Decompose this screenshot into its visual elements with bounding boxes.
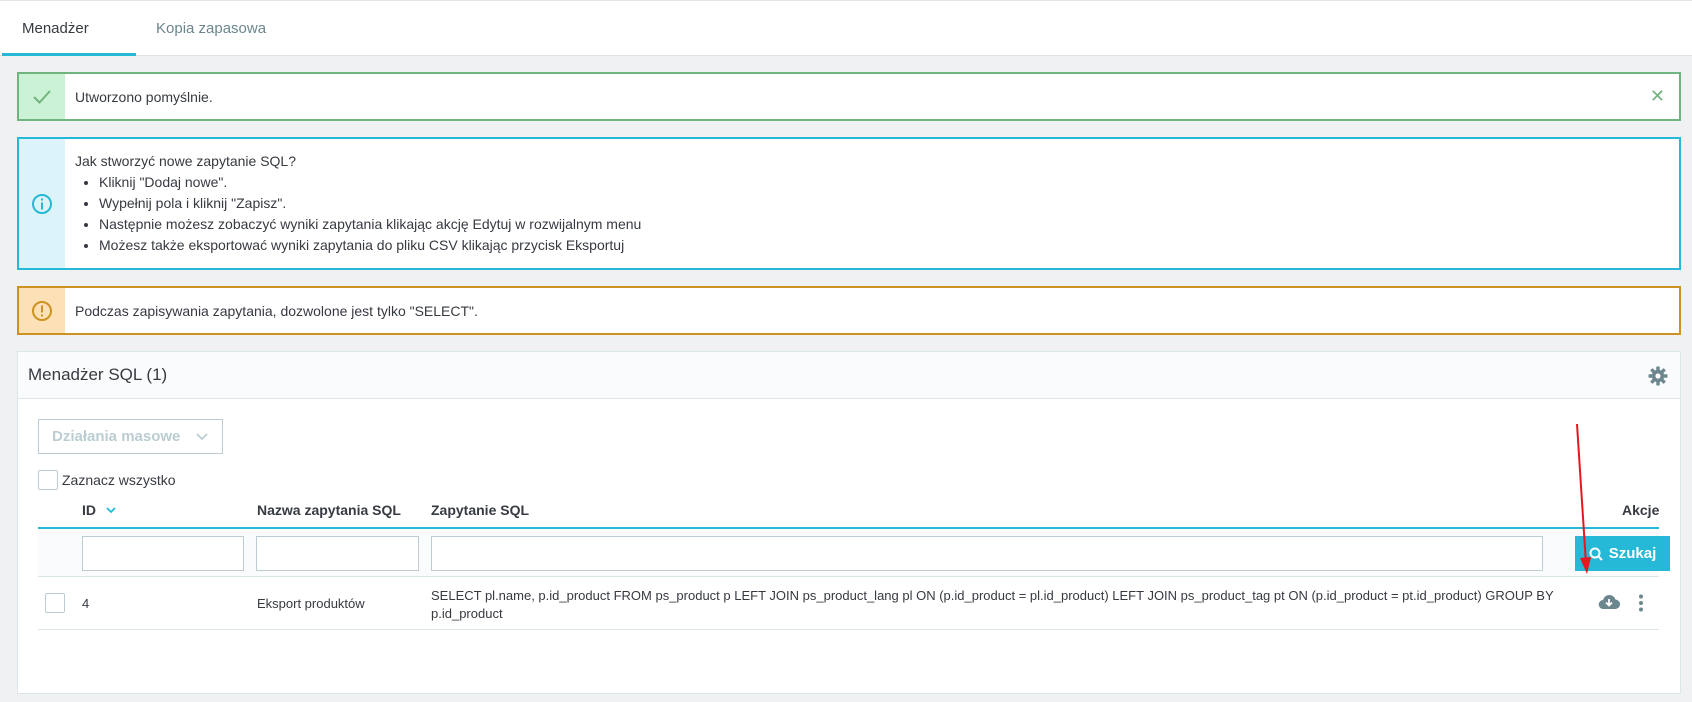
column-actions: Akcje	[1622, 502, 1660, 518]
sql-manager-panel: Menadżer SQL (1) Działania masowe Zaznac…	[17, 351, 1681, 694]
select-all-checkbox[interactable]	[38, 470, 58, 490]
info-item: Następnie możesz zobaczyć wyniki zapytan…	[99, 214, 641, 235]
filter-name-input[interactable]	[256, 536, 419, 571]
sort-desc-icon[interactable]	[106, 507, 116, 513]
info-icon	[19, 139, 65, 268]
panel-header: Menadżer SQL (1)	[18, 352, 1680, 399]
gear-icon[interactable]	[1648, 366, 1668, 386]
filter-row: Szukaj	[38, 529, 1670, 577]
chevron-down-icon	[196, 432, 208, 441]
annotation-arrow	[1576, 423, 1591, 574]
info-title: Jak stworzyć nowe zapytanie SQL?	[75, 153, 296, 169]
filter-id-input[interactable]	[82, 536, 244, 571]
info-content: Jak stworzyć nowe zapytanie SQL? Kliknij…	[65, 151, 641, 256]
info-item: Kliknij "Dodaj nowe".	[99, 172, 641, 193]
bulk-actions-dropdown[interactable]: Działania masowe	[38, 419, 223, 454]
table-header: ID Nazwa zapytania SQL Zapytanie SQL Akc…	[38, 492, 1659, 529]
tab-bar: Menadżer SQL Kopia zapasowa DB	[0, 0, 1692, 92]
table-row: 4 Eksport produktów SELECT pl.name, p.id…	[38, 578, 1659, 630]
warning-icon	[19, 288, 65, 333]
row-checkbox[interactable]	[45, 593, 65, 613]
filter-query-input[interactable]	[431, 536, 1543, 571]
row-query: SELECT pl.name, p.id_product FROM ps_pro…	[431, 588, 1554, 621]
column-id[interactable]: ID	[82, 502, 96, 518]
select-all-label: Zaznacz wszystko	[62, 472, 176, 488]
close-icon[interactable]: ✕	[1650, 87, 1665, 105]
cloud-download-icon[interactable]	[1598, 594, 1620, 610]
search-label: Szukaj	[1608, 545, 1657, 562]
panel-title: Menadżer SQL (1)	[28, 365, 168, 384]
alert-success: Utworzono pomyślnie. ✕	[17, 72, 1681, 121]
check-icon	[19, 74, 65, 119]
alert-info: Jak stworzyć nowe zapytanie SQL? Kliknij…	[17, 137, 1681, 270]
success-message: Utworzono pomyślnie.	[75, 88, 213, 105]
info-item: Możesz także eksportować wyniki zapytani…	[99, 235, 641, 256]
tab-sql-manager[interactable]: Menadżer SQL	[2, 1, 136, 92]
warning-message: Podczas zapisywania zapytania, dozwolone…	[75, 302, 478, 319]
row-name: Eksport produktów	[257, 596, 365, 611]
select-all[interactable]: Zaznacz wszystko	[38, 470, 176, 490]
info-list: Kliknij "Dodaj nowe". Wypełnij pola i kl…	[99, 172, 641, 256]
bulk-actions-label: Działania masowe	[52, 428, 181, 445]
info-item: Wypełnij pola i kliknij "Zapisz".	[99, 193, 641, 214]
alert-warning: Podczas zapisywania zapytania, dozwolone…	[17, 286, 1681, 335]
column-name: Nazwa zapytania SQL	[257, 502, 401, 518]
row-id: 4	[82, 596, 90, 611]
column-query: Zapytanie SQL	[431, 502, 530, 518]
more-vertical-icon[interactable]	[1639, 594, 1643, 612]
tab-db-backup[interactable]: Kopia zapasowa DB	[136, 1, 306, 92]
